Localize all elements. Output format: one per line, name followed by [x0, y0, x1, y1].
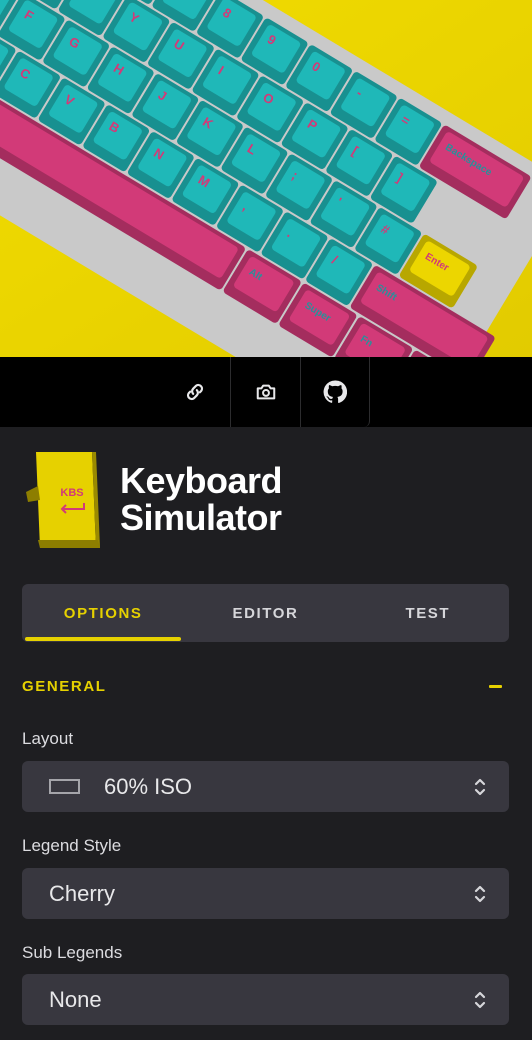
keyboard-render-viewport[interactable]: 1234567890-=BackspaceQWERTYUIOP[]ASDFGHJ…	[0, 0, 532, 357]
share-link-button[interactable]	[160, 357, 230, 427]
github-button[interactable]	[300, 357, 370, 427]
app-title: Keyboard Simulator	[120, 460, 283, 538]
chevron-updown-icon	[474, 991, 486, 1009]
sub-legends-select[interactable]: None	[22, 974, 509, 1025]
chevron-updown-icon	[474, 778, 486, 796]
layout-label: Layout	[22, 729, 74, 748]
legend-style-label: Legend Style	[22, 836, 122, 855]
options-panel: KBS Keyboard Simulator OPTIONS EDITOR TE…	[0, 427, 532, 1040]
screenshot-button[interactable]	[230, 357, 300, 427]
logo-text: KBS	[60, 487, 83, 499]
general-section-header[interactable]: GENERAL	[22, 674, 504, 698]
layout-select[interactable]: 60% ISO	[22, 761, 509, 812]
brand: KBS Keyboard Simulator	[24, 452, 283, 552]
keyboard-outline-icon	[49, 779, 80, 794]
link-icon	[186, 383, 204, 401]
keyboard-render: 1234567890-=BackspaceQWERTYUIOP[]ASDFGHJ…	[0, 0, 532, 357]
main-tabs: OPTIONS EDITOR TEST	[22, 584, 509, 642]
render-toolbar	[0, 357, 532, 427]
tab-test[interactable]: TEST	[347, 584, 509, 642]
kbs-logo-icon: KBS	[26, 452, 100, 548]
sub-legends-label: Sub Legends	[22, 943, 123, 962]
minus-icon[interactable]	[489, 684, 502, 688]
layout-value: 60% ISO	[104, 773, 193, 799]
section-title: GENERAL	[22, 677, 107, 695]
sub-legends-value: None	[49, 986, 102, 1012]
legend-style-value: Cherry	[49, 880, 116, 906]
app-title-line2: Simulator	[120, 497, 282, 538]
camera-icon	[256, 384, 275, 400]
legend-style-select[interactable]: Cherry	[22, 868, 509, 919]
tab-options[interactable]: OPTIONS	[22, 584, 184, 642]
tab-editor[interactable]: EDITOR	[184, 584, 346, 642]
chevron-updown-icon	[474, 885, 486, 903]
github-icon	[323, 380, 347, 404]
app-title-line1: Keyboard	[120, 460, 283, 501]
